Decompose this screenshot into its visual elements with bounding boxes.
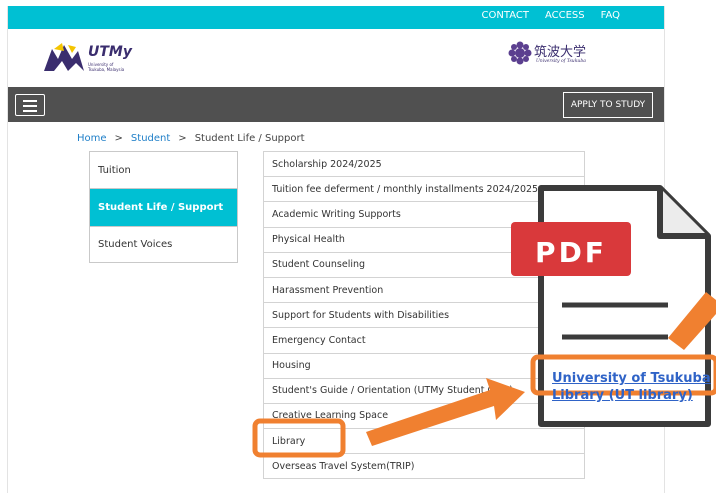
utmy-logo-subtext: University of Tsukuba, Malaysia (88, 62, 125, 72)
breadcrumb-home[interactable]: Home (77, 133, 107, 144)
side-menu-item-student-life[interactable]: Student Life / Support (90, 188, 237, 226)
list-item[interactable]: Tuition fee deferment / monthly installm… (264, 177, 584, 203)
access-link[interactable]: ACCESS (545, 10, 585, 21)
side-menu: Tuition Student Life / Support Student V… (89, 151, 238, 263)
breadcrumb-separator: > (178, 133, 187, 144)
menu-button[interactable] (15, 94, 45, 116)
list-item[interactable]: Harassment Prevention (264, 278, 584, 304)
faq-link[interactable]: FAQ (601, 10, 620, 21)
content-list: Scholarship 2024/2025 Tuition fee deferm… (263, 151, 585, 480)
tsukuba-logo[interactable]: 筑波大学 University of Tsukuba (508, 41, 618, 71)
ut-library-link-line1: University of Tsukuba (552, 371, 711, 386)
list-item[interactable]: Student Counseling (264, 253, 584, 278)
tsukuba-logo-kanji: 筑波大学 (534, 45, 587, 60)
list-item[interactable]: Overseas Travel System(TRIP) (264, 454, 584, 480)
list-item[interactable]: Housing (264, 354, 584, 379)
list-item[interactable]: Emergency Contact (264, 328, 584, 354)
top-links: CONTACT ACCESS FAQ (482, 10, 620, 21)
list-item[interactable]: Support for Students with Disabilities (264, 303, 584, 329)
breadcrumb-separator: > (114, 133, 123, 144)
list-item[interactable]: Scholarship 2024/2025 (264, 152, 584, 178)
top-bar: CONTACT ACCESS FAQ (8, 6, 664, 29)
breadcrumb-student[interactable]: Student (131, 133, 170, 144)
menu-bar-icon (23, 105, 37, 107)
nav-bar: APPLY TO STUDY (8, 87, 664, 122)
list-item[interactable]: Creative Learning Space (264, 404, 584, 430)
utmy-logo-text: UTMy (88, 44, 132, 60)
contact-link[interactable]: CONTACT (482, 10, 529, 21)
breadcrumb-current: Student Life / Support (194, 133, 305, 144)
ut-library-link-line2: Library (UT library) (552, 388, 693, 403)
utmy-logo-mark-icon (44, 43, 84, 71)
menu-bar-icon (23, 110, 37, 112)
page-frame: CONTACT ACCESS FAQ UTMy University of Ts… (7, 6, 665, 493)
list-item[interactable]: Physical Health (264, 228, 584, 253)
apply-to-study-button[interactable]: APPLY TO STUDY (563, 92, 653, 118)
list-item-library[interactable]: Library (264, 429, 584, 455)
arrow-icon (668, 292, 716, 350)
menu-bar-icon (23, 100, 37, 102)
breadcrumb: Home > Student > Student Life / Support (77, 133, 305, 144)
tsukuba-logo-english: University of Tsukuba (536, 59, 586, 64)
tsukuba-emblem-icon (508, 41, 532, 65)
list-item[interactable]: Academic Writing Supports (264, 202, 584, 228)
ut-library-link[interactable]: University of Tsukuba Library (UT librar… (552, 370, 712, 404)
side-menu-item-student-voices[interactable]: Student Voices (90, 226, 237, 262)
side-menu-item-tuition[interactable]: Tuition (90, 152, 237, 188)
list-item[interactable]: Student's Guide / Orientation (UTMy Stud… (264, 379, 584, 404)
site-header: UTMy University of Tsukuba, Malaysia 筑波大… (8, 29, 664, 87)
